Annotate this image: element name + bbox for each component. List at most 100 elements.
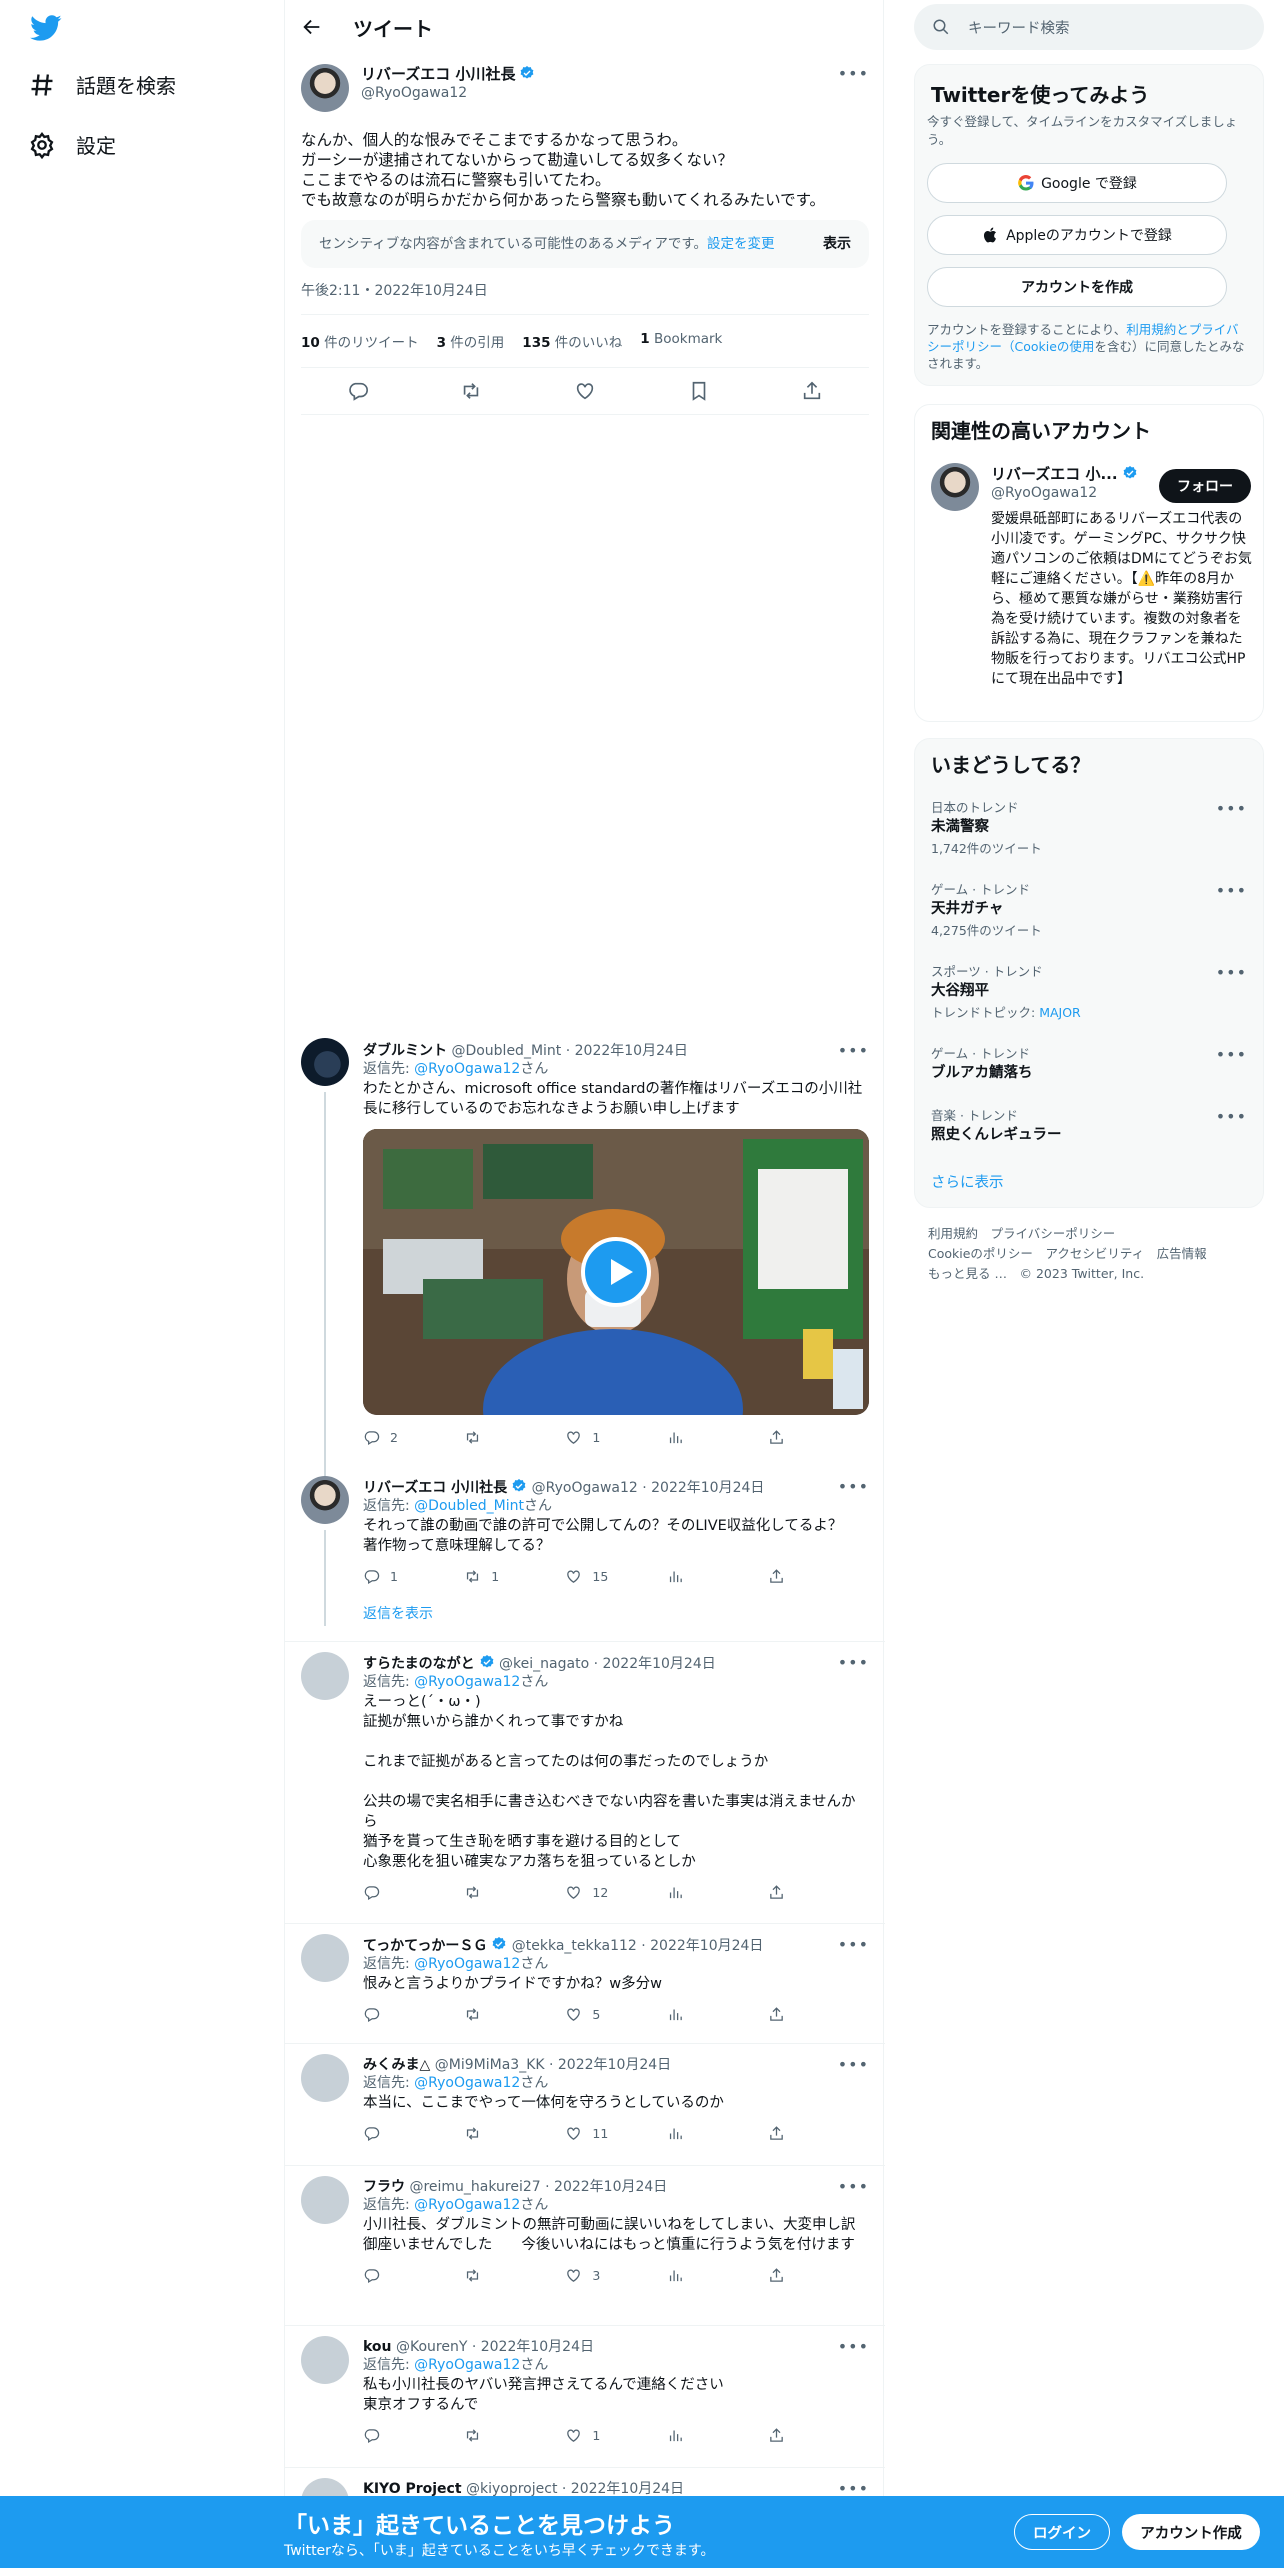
footer-link[interactable]: Cookieのポリシー <box>928 1246 1033 1261</box>
quotes-stat[interactable]: 3 件の引用 <box>437 331 505 351</box>
trend-item[interactable]: スポーツ · トレンド 大谷翔平 トレンドトピック: MAJOR ••• <box>931 961 1247 1021</box>
back-arrow-icon[interactable] <box>301 16 323 38</box>
more-options-icon[interactable]: ••• <box>838 2178 869 2196</box>
retweet-action[interactable]: 1 <box>464 1568 565 1585</box>
share-action[interactable] <box>768 2427 869 2444</box>
reply-author-name[interactable]: フラウ <box>363 2179 405 2195</box>
reply-author-name[interactable]: KIYO Project <box>363 2481 462 2497</box>
like-icon[interactable] <box>574 380 596 402</box>
footer-link[interactable]: 利用規約 <box>928 1226 978 1241</box>
retweet-icon[interactable] <box>460 380 482 402</box>
bookmarks-stat[interactable]: 1 Bookmark <box>640 331 722 351</box>
views-action[interactable] <box>667 2125 768 2142</box>
trend-item[interactable]: ゲーム · トレンド ブルアカ鯖落ち ••• <box>931 1043 1247 1084</box>
reply-meta[interactable]: @Mi9MiMa3_KK · 2022年10月24日 <box>435 2057 671 2073</box>
reply-author-name[interactable]: ダブルミント <box>363 1043 447 1059</box>
reply-tweet[interactable]: すらたまのながと @kei_nagato · 2022年10月24日 ••• 返信… <box>285 1642 885 1924</box>
reply-to-link[interactable]: @RyoOgawa12 <box>414 2357 520 2373</box>
reply-tweet[interactable]: フラウ @reimu_hakurei27 · 2022年10月24日 ••• 返信… <box>285 2166 885 2326</box>
nav-settings[interactable]: 設定 <box>28 130 116 159</box>
views-action[interactable] <box>667 1884 768 1901</box>
avatar[interactable] <box>301 1652 349 1700</box>
more-options-icon[interactable]: ••• <box>1216 1045 1247 1064</box>
share-action[interactable] <box>768 2006 869 2023</box>
reply-meta[interactable]: @tekka_tekka112 · 2022年10月24日 <box>512 1938 764 1954</box>
bookmark-icon[interactable] <box>688 380 710 402</box>
video-player[interactable] <box>363 1129 869 1415</box>
create-account-button[interactable]: アカウントを作成 <box>927 267 1227 307</box>
avatar[interactable] <box>301 64 349 112</box>
avatar[interactable] <box>301 1934 349 1982</box>
related-account-name[interactable]: リバーズエコ 小... <box>991 463 1138 484</box>
more-options-icon[interactable]: ••• <box>838 1478 869 1497</box>
reply-action[interactable] <box>363 2427 464 2444</box>
nav-explore[interactable]: 話題を検索 <box>28 70 176 99</box>
share-action[interactable] <box>768 1568 869 1585</box>
like-action[interactable]: 12 <box>565 1884 666 1901</box>
author-handle[interactable]: @RyoOgawa12 <box>361 84 838 102</box>
more-options-icon[interactable]: ••• <box>1216 963 1247 982</box>
reply-author-name[interactable]: kou <box>363 2339 392 2355</box>
twitter-logo-icon[interactable] <box>28 12 64 44</box>
like-action[interactable]: 3 <box>565 2267 666 2284</box>
retweets-stat[interactable]: 10 件のリツイート <box>301 331 419 351</box>
more-options-icon[interactable]: ••• <box>838 1654 869 1673</box>
views-action[interactable] <box>667 1429 768 1446</box>
tweet-timestamp[interactable]: 午後2:11・2022年10月24日 <box>301 280 869 315</box>
trend-topic-link[interactable]: MAJOR <box>1039 1005 1081 1020</box>
reply-to-link[interactable]: @RyoOgawa12 <box>414 1061 520 1077</box>
reply-action[interactable] <box>363 1884 464 1901</box>
trend-item[interactable]: ゲーム · トレンド 天井ガチャ 4,275件のツイート ••• <box>931 879 1247 939</box>
follow-button[interactable]: フォロー <box>1159 469 1251 503</box>
related-account-handle[interactable]: @RyoOgawa12 <box>991 485 1097 501</box>
reply-meta[interactable]: @kei_nagato · 2022年10月24日 <box>499 1656 716 1672</box>
reply-meta[interactable]: @reimu_hakurei27 · 2022年10月24日 <box>409 2179 667 2195</box>
avatar[interactable] <box>931 463 979 511</box>
play-button-icon[interactable] <box>581 1237 651 1307</box>
footer-link[interactable]: 広告情報 <box>1157 1246 1207 1261</box>
more-options-icon[interactable]: ••• <box>838 64 869 83</box>
share-action[interactable] <box>768 2267 869 2284</box>
views-action[interactable] <box>667 1568 768 1585</box>
reply-icon[interactable] <box>347 380 369 402</box>
retweet-action[interactable] <box>464 2125 565 2142</box>
reply-tweet[interactable]: みくみま△ @Mi9MiMa3_KK · 2022年10月24日 ••• 返信先:… <box>285 2044 885 2166</box>
reply-author-name[interactable]: みくみま△ <box>363 2057 430 2073</box>
share-action[interactable] <box>768 1884 869 1901</box>
like-action[interactable]: 1 <box>565 2427 666 2444</box>
reply-tweet[interactable]: てっかてっかーＳＧ @tekka_tekka112 · 2022年10月24日 •… <box>285 1924 885 2044</box>
reply-to-link[interactable]: @RyoOgawa12 <box>414 1956 520 1972</box>
login-button[interactable]: ログイン <box>1014 2514 1110 2550</box>
more-options-icon[interactable]: ••• <box>1216 799 1247 818</box>
share-action[interactable] <box>768 2125 869 2142</box>
reply-author-name[interactable]: すらたまのながと <box>363 1656 475 1672</box>
more-options-icon[interactable]: ••• <box>838 2056 869 2074</box>
retweet-action[interactable] <box>464 1884 565 1901</box>
reply-to-link[interactable]: @RyoOgawa12 <box>414 1674 520 1690</box>
show-replies-link[interactable]: 返信を表示 <box>363 1603 869 1623</box>
avatar[interactable] <box>301 1038 349 1086</box>
footer-link[interactable]: プライバシーポリシー <box>991 1226 1116 1241</box>
reply-author-name[interactable]: てっかてっかーＳＧ <box>363 1938 487 1954</box>
more-options-icon[interactable]: ••• <box>838 2338 869 2356</box>
likes-stat[interactable]: 135 件のいいね <box>522 331 622 351</box>
apple-signup-button[interactable]: Appleのアカウントで登録 <box>927 215 1227 255</box>
reply-tweet[interactable]: リバーズエコ 小川社長 @RyoOgawa12 · 2022年10月24日 •••… <box>285 1466 885 1642</box>
change-settings-link[interactable]: 設定を変更 <box>707 236 775 252</box>
footer-link[interactable]: アクセシビリティ <box>1045 1246 1144 1261</box>
like-action[interactable]: 5 <box>565 2006 666 2023</box>
like-action[interactable]: 11 <box>565 2125 666 2142</box>
avatar[interactable] <box>301 2336 349 2384</box>
reply-tweet[interactable]: kou @KourenY · 2022年10月24日 ••• 返信先: @RyoO… <box>285 2326 885 2468</box>
avatar[interactable] <box>301 2176 349 2224</box>
create-account-button[interactable]: アカウント作成 <box>1122 2514 1260 2550</box>
more-options-icon[interactable]: ••• <box>1216 1107 1247 1126</box>
trend-item[interactable]: 日本のトレンド 未満警察 1,742件のツイート ••• <box>931 797 1247 857</box>
reply-to-link[interactable]: @RyoOgawa12 <box>414 2197 520 2213</box>
reply-to-link[interactable]: @RyoOgawa12 <box>414 2075 520 2091</box>
reply-to-link[interactable]: @Doubled_Mint <box>414 1498 524 1514</box>
share-icon[interactable] <box>801 380 823 402</box>
retweet-action[interactable] <box>464 2267 565 2284</box>
avatar[interactable] <box>301 1476 349 1524</box>
reply-author-name[interactable]: リバーズエコ 小川社長 <box>363 1480 507 1496</box>
